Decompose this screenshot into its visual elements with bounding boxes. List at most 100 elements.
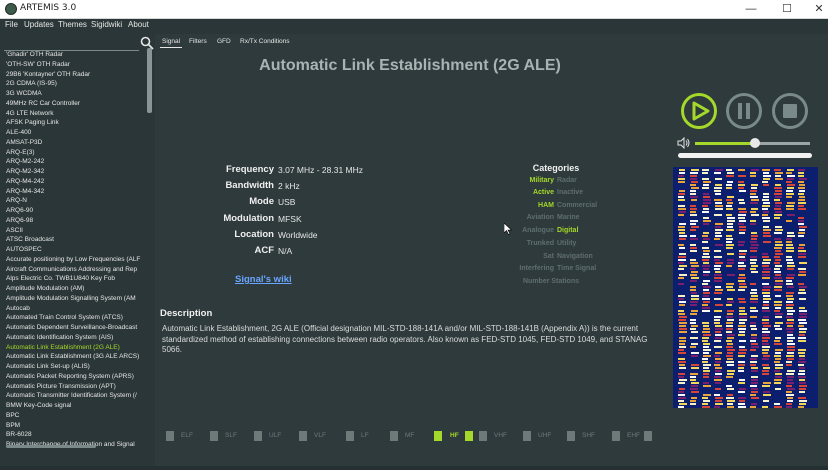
waterfall-tone-mark <box>775 229 783 231</box>
volume-slider[interactable] <box>695 138 810 148</box>
tab-gfd[interactable]: GFD <box>215 36 233 47</box>
signal-wiki-link[interactable]: Signal's wiki <box>235 274 292 285</box>
menu-about[interactable]: About <box>128 20 149 29</box>
minimize-button[interactable]: — <box>736 0 766 19</box>
waterfall-tone-mark <box>726 304 732 306</box>
menu-themes[interactable]: Themes <box>58 20 87 29</box>
waterfall-tone-mark <box>726 283 734 285</box>
list-item[interactable]: Aircraft Communications Addressing and R… <box>0 265 147 275</box>
list-item[interactable]: Automatic Identification System (AIS) <box>0 333 147 343</box>
list-item[interactable]: Automated Train Control System (ATCS) <box>0 313 147 323</box>
waterfall-tone-mark <box>774 256 780 258</box>
playback-progress-bar[interactable] <box>678 153 812 158</box>
list-item[interactable]: 29B6 'Kontayner' OTH Radar <box>0 70 147 80</box>
play-button[interactable] <box>680 92 718 130</box>
list-item[interactable]: AMSAT-P3D <box>0 138 147 148</box>
waterfall-tone-mark <box>799 286 807 288</box>
tab-signal[interactable]: Signal <box>160 36 183 48</box>
list-item[interactable]: 'Ghadir' OTH Radar <box>0 50 147 60</box>
list-item[interactable]: BMW Key-Code signal <box>0 401 147 411</box>
waterfall-tone-mark <box>714 280 722 282</box>
waterfall-tone-mark <box>786 307 793 309</box>
list-item[interactable]: Alps Electric Co. TWB1U840 Key Fob <box>0 274 147 284</box>
close-button[interactable]: ✕ <box>804 0 828 19</box>
list-item[interactable]: Automatic Transmitter Identification Sys… <box>0 391 147 401</box>
list-item[interactable]: BPM <box>0 421 147 431</box>
list-item[interactable]: ARQ6-90 <box>0 206 147 216</box>
waterfall-tone-mark <box>702 403 708 405</box>
waterfall-tone-mark <box>679 322 687 324</box>
waterfall-tone-mark <box>775 328 782 330</box>
waterfall-tone-mark <box>690 259 696 261</box>
pause-button[interactable] <box>725 92 763 130</box>
waterfall-tone-mark <box>726 385 732 387</box>
waterfall-tone-mark <box>738 382 745 384</box>
list-item[interactable]: Amplitude Modulation (AM) <box>0 284 147 294</box>
waterfall-tone-mark <box>703 202 711 204</box>
list-item[interactable]: BPC <box>0 411 147 421</box>
list-item[interactable]: Automatic Link Set-up (ALIS) <box>0 362 147 372</box>
waterfall-tone-mark <box>787 379 793 381</box>
waterfall-tone-mark <box>775 337 781 339</box>
waterfall-tone-mark <box>750 202 758 204</box>
list-item[interactable]: Automatic Link Establishment (3G ALE ARC… <box>0 352 147 362</box>
waterfall-tone-mark <box>690 313 697 315</box>
waterfall-tone-mark <box>774 208 781 210</box>
list-item[interactable]: Automatic Dependent Surveillance-Broadca… <box>0 323 147 333</box>
stop-button[interactable] <box>771 92 809 130</box>
list-item[interactable]: Automatic Packet Reporting System (APRS) <box>0 372 147 382</box>
tab-filters[interactable]: Filters <box>187 36 209 47</box>
list-item[interactable]: 4G LTE Network <box>0 109 147 119</box>
waterfall-tone-mark <box>751 271 758 273</box>
waterfall-tone-mark <box>703 367 709 369</box>
list-item[interactable]: Automatic Picture Transmission (APT) <box>0 382 147 392</box>
waterfall-tone-mark <box>678 373 685 375</box>
waterfall-tone-mark <box>679 223 686 225</box>
volume-slider-handle[interactable] <box>749 138 760 148</box>
list-item[interactable]: ARQ-M4-242 <box>0 177 147 187</box>
waterfall-tone-mark <box>774 268 780 270</box>
waterfall-tone-mark <box>775 283 783 285</box>
waterfall-tone-mark <box>690 403 696 405</box>
list-item[interactable]: 49MHz RC Car Controller <box>0 99 147 109</box>
tab-rx-tx-conditions[interactable]: Rx/Tx Conditions <box>238 36 292 47</box>
list-item[interactable]: AUTOSPEC <box>0 245 147 255</box>
list-item[interactable]: Amplitude Modulation Signalling System (… <box>0 294 147 304</box>
waterfall-tone-mark <box>702 358 708 360</box>
menu-sigidwiki[interactable]: Sigidwiki <box>91 20 122 29</box>
waterfall-tone-mark <box>714 394 720 396</box>
sidebar-horizontal-scrollbar[interactable] <box>6 445 96 448</box>
waterfall-tone-mark <box>679 403 687 405</box>
waterfall-tone-mark <box>690 346 696 348</box>
list-item[interactable]: ASCII <box>0 226 147 236</box>
volume-icon[interactable] <box>677 137 691 149</box>
list-item-selected[interactable]: Automatic Link Establishment (2G ALE) <box>0 343 147 353</box>
list-item[interactable]: 2G CDMA (IS-95) <box>0 79 147 89</box>
list-item[interactable]: ARQ-E(3) <box>0 148 147 158</box>
list-item[interactable]: Autocab <box>0 304 147 314</box>
waterfall-tone-mark <box>787 214 795 216</box>
list-item[interactable]: Accurate positioning by Low Frequencies … <box>0 255 147 265</box>
waterfall-tone-mark <box>786 205 794 207</box>
waterfall-tone-mark <box>726 244 734 246</box>
list-item[interactable]: AFSK Paging Link <box>0 118 147 128</box>
list-item[interactable]: 3G WCDMA <box>0 89 147 99</box>
maximize-button[interactable]: ☐ <box>772 0 802 19</box>
list-item[interactable]: ARQ6-98 <box>0 216 147 226</box>
list-item[interactable]: ALE-400 <box>0 128 147 138</box>
list-item[interactable]: ATSC Broadcast <box>0 235 147 245</box>
waterfall-tone-mark <box>727 289 735 291</box>
list-item[interactable]: ARQ-N <box>0 196 147 206</box>
list-item[interactable]: ARQ-M4-342 <box>0 187 147 197</box>
menu-file[interactable]: File <box>5 20 18 29</box>
list-item[interactable]: 'OTH-SW' OTH Radar <box>0 60 147 70</box>
menu-updates[interactable]: Updates <box>24 20 54 29</box>
waterfall-tone-mark <box>702 307 710 309</box>
waterfall-tone-mark <box>727 406 734 408</box>
list-item[interactable]: ARQ-M2-342 <box>0 167 147 177</box>
waterfall-tone-mark <box>799 367 805 369</box>
list-item[interactable]: ARQ-M2-242 <box>0 157 147 167</box>
list-item[interactable]: BR-6028 <box>0 430 147 440</box>
sidebar-scrollbar[interactable] <box>147 48 152 113</box>
waterfall-tone-mark <box>762 385 770 387</box>
